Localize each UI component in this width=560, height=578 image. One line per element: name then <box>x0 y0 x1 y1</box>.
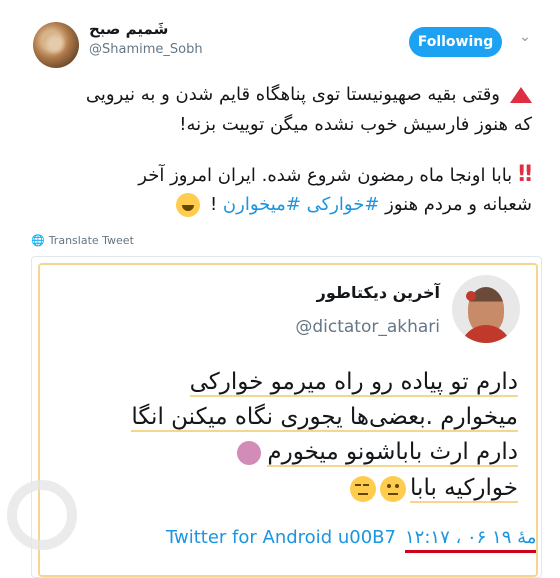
tweet-text-line-2: که هنوز فارسیش خوب نشده میگن توییت بزنه! <box>179 114 532 135</box>
tweet-text-line-3: ‼بابا اونجا ماه رمضون شروع شده. ایران ام… <box>138 162 534 187</box>
chevron-down-icon[interactable]: ⌄ <box>518 29 532 45</box>
author-handle[interactable]: @Shamime_Sobh <box>89 42 203 57</box>
author-name[interactable]: شَمیم صبح <box>89 20 179 38</box>
quoted-author-handle[interactable]: @dictator_akhari <box>255 317 440 337</box>
quoted-text-line-4: خوارکیه بابا <box>48 471 518 505</box>
quoted-tweet-inner: آخرین دیکتاطور @dictator_akhari دارم تو … <box>38 263 538 577</box>
tweet-text-line-1: وقتی بقیه صهیونیستا توی پناهگاه قایم شدن… <box>32 80 532 110</box>
quoted-source[interactable]: Twitter for Android u00B7 <box>166 527 396 548</box>
translate-tweet-link[interactable]: 🌐 Translate Tweet <box>31 234 134 247</box>
following-button[interactable]: Following <box>409 27 502 57</box>
quoted-timestamp[interactable]: ۱۲:۱۷ ، ۰۶ مهٔ ۱۹ <box>405 527 537 553</box>
rose-icon <box>466 291 476 301</box>
neutral-face-icon <box>380 475 407 502</box>
author-avatar[interactable] <box>33 22 79 68</box>
quoted-text-line-1: دارم تو پیاده رو راه میرمو خوارکی <box>189 369 518 397</box>
loading-spinner-icon <box>7 480 77 550</box>
double-exclamation-icon: ‼ <box>518 162 534 187</box>
quoted-text-line-3: دارم ارث باباشونو میخورم <box>48 435 518 469</box>
globe-icon: 🌐 <box>31 234 45 247</box>
quoted-author-name[interactable]: آخرین دیکتاطور <box>255 283 440 302</box>
quoted-author-avatar[interactable] <box>452 275 520 343</box>
warning-triangle-icon <box>510 87 532 103</box>
hashtags[interactable]: #خوارکی #میخوارن <box>223 194 379 215</box>
woman-shrugging-icon <box>237 440 262 465</box>
quoted-tweet-card[interactable]: آخرین دیکتاطور @dictator_akhari دارم تو … <box>31 256 542 578</box>
expressionless-face-icon <box>350 475 377 502</box>
tweet-text-line-4: شعبانه و مردم هنوز #خوارکی #میخوارن ! <box>32 190 532 220</box>
quoted-text-line-2: میخوارم .بعضی‌ها یجوری نگاه میکنن انگا <box>131 404 518 432</box>
laughing-tears-icon <box>176 193 201 217</box>
